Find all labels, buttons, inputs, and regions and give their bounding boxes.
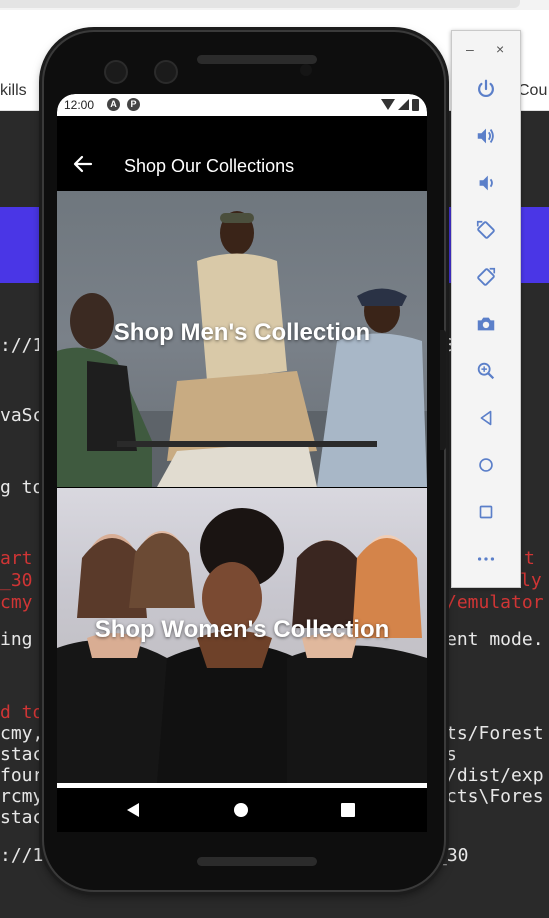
camera-icon[interactable] [472,310,500,338]
bookmark-right[interactable]: Cou [518,82,547,100]
womens-collection-tile[interactable]: Shop Women's Collection [57,488,427,783]
terminal-line: s [446,744,457,765]
terminal-line: stac [0,807,44,828]
zoom-icon[interactable] [472,357,500,385]
battery-icon [412,98,419,111]
terminal-line: ://1 [0,335,44,356]
terminal-line: t [524,548,535,569]
phone-bottom-speaker [197,857,317,866]
page-title: Shop Our Collections [124,156,295,176]
notification-a-icon: A [107,98,120,111]
terminal-line: d to [0,702,44,723]
phone-earpiece [197,55,317,64]
terminal-line: ly [520,570,542,591]
status-time: 12:00 [64,98,95,112]
mens-collection-label: Shop Men's Collection [113,319,371,346]
terminal-line: ://1 [0,845,44,866]
browser-top-strip [0,0,549,10]
emulator-toolbar: – × [451,30,521,588]
wifi-icon [381,99,395,110]
front-camera-icon [104,60,128,84]
phone-screen: 12:00 A P Shop Our Collections Shop Men'… [57,94,427,832]
notification-p-icon: P [127,98,140,111]
signal-icon [398,99,409,110]
overview-icon[interactable] [472,498,500,526]
system-nav-bar [57,788,427,832]
terminal-line: four [0,765,44,786]
proximity-sensor [300,64,312,76]
more-icon[interactable] [472,545,500,573]
volume-down-icon[interactable] [472,169,500,197]
terminal-line: cts\Fores [446,786,544,807]
back-icon[interactable] [472,404,500,432]
front-camera-icon [154,60,178,84]
nav-recents-icon[interactable] [341,803,355,817]
terminal-line: ent mode. [446,629,544,650]
arrow-left-icon[interactable] [73,154,93,174]
minimize-button[interactable]: – [466,41,474,57]
terminal-line: ts/Forest [446,723,544,744]
close-button[interactable]: × [496,41,504,57]
mens-collection-tile[interactable]: Shop Men's Collection [57,191,427,487]
phone-side-button[interactable] [440,330,446,450]
terminal-line: cmy, [0,723,44,744]
nav-back-icon[interactable] [127,803,139,817]
terminal-line: _30 [0,570,33,591]
terminal-line: cmy [0,592,33,613]
home-icon[interactable] [472,451,500,479]
bookmark-left[interactable]: kills [0,82,27,100]
terminal-line: rcmy [0,786,44,807]
app-bar: Shop Our Collections [57,116,427,191]
nav-home-icon[interactable] [234,803,248,817]
browser-address-area [0,0,520,8]
rotate-right-icon[interactable] [472,263,500,291]
volume-up-icon[interactable] [472,122,500,150]
power-icon[interactable] [472,75,500,103]
terminal-line: /emulator [446,592,544,613]
terminal-line: g to [0,477,44,498]
terminal-line: art [0,548,33,569]
terminal-line: vaSc [0,405,44,426]
terminal-line: /dist/exp [446,765,544,786]
status-bar: 12:00 A P [57,94,427,116]
status-indicators [381,98,419,111]
rotate-left-icon[interactable] [472,216,500,244]
terminal-line: stac [0,744,44,765]
terminal-line: ing [0,629,33,650]
womens-collection-label: Shop Women's Collection [94,616,390,643]
